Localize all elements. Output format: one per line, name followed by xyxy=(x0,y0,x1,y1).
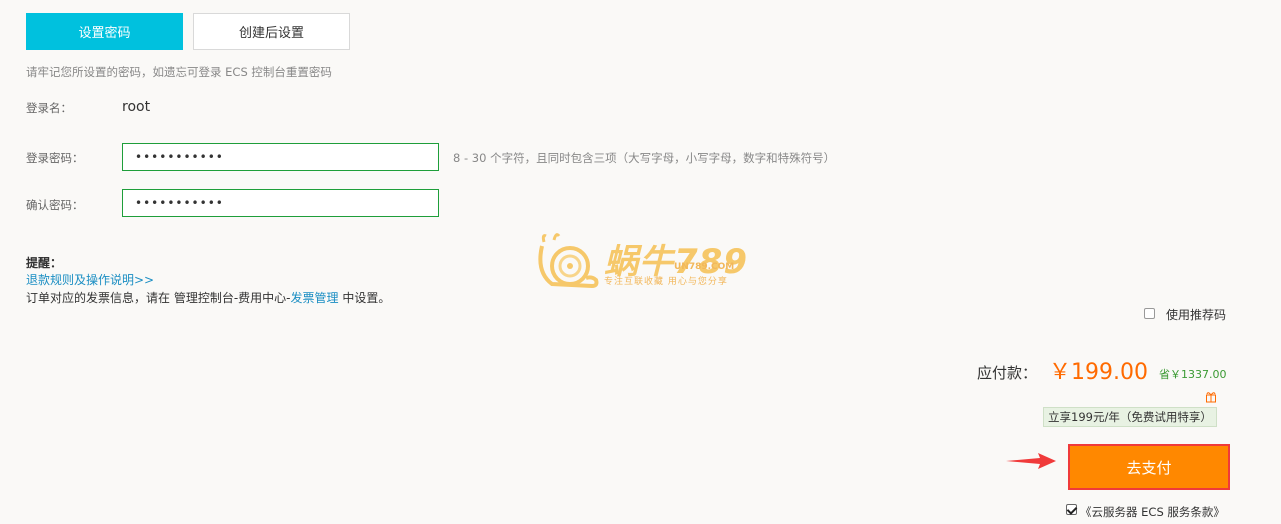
amount-due-label: 应付款： xyxy=(977,364,1038,382)
terms-checkbox[interactable] xyxy=(1066,504,1077,515)
password-rule-hint: 8 - 30 个字符，且同时包含三项（大写字母，小写字母，数字和特殊符号） xyxy=(453,151,836,165)
login-password-label: 登录密码： xyxy=(26,151,84,165)
confirm-password-label: 确认密码： xyxy=(26,198,84,212)
refund-rules-link[interactable]: 退款规则及操作说明>> xyxy=(26,271,154,288)
referral-code-label[interactable]: 使用推荐码 xyxy=(1166,306,1226,323)
password-reminder-hint: 请牢记您所设置的密码，如遗忘可登录 ECS 控制台重置密码 xyxy=(26,65,332,79)
watermark-logo: 蜗牛789 UN789.COM 专注互联收藏 用心与您分享 xyxy=(532,232,772,296)
pay-button[interactable]: 去支付 xyxy=(1068,444,1230,490)
tab-after-create-settings[interactable]: 创建后设置 xyxy=(193,13,350,50)
reminder-title: 提醒： xyxy=(26,256,63,270)
savings-amount: 省￥1337.00 xyxy=(1159,368,1227,381)
gift-icon xyxy=(1206,392,1216,403)
watermark-subtitle: 专注互联收藏 用心与您分享 xyxy=(604,277,728,287)
invoice-suffix: 中设置。 xyxy=(338,291,391,305)
snail-icon xyxy=(538,233,599,289)
amount-due-price: ￥199.00 xyxy=(1049,360,1148,385)
login-name-label: 登录名： xyxy=(26,101,72,115)
referral-code-checkbox[interactable] xyxy=(1144,308,1155,319)
tab-set-password[interactable]: 设置密码 xyxy=(26,13,183,50)
watermark-url: UN789.COM xyxy=(674,262,735,272)
invoice-prefix: 订单对应的发票信息，请在 管理控制台-费用中心- xyxy=(26,291,291,305)
login-name-value: root xyxy=(122,99,151,115)
invoice-management-link[interactable]: 发票管理 xyxy=(290,291,338,305)
invoice-info-text: 订单对应的发票信息，请在 管理控制台-费用中心-发票管理 中设置。 xyxy=(26,289,390,306)
ecs-terms-link[interactable]: 《云服务器 ECS 服务条款》 xyxy=(1080,504,1225,520)
login-password-input[interactable] xyxy=(122,143,439,171)
arrow-right-icon xyxy=(1006,453,1056,469)
confirm-password-input[interactable] xyxy=(122,189,439,217)
promo-badge: 立享199元/年（免费试用特享） xyxy=(1043,407,1217,427)
